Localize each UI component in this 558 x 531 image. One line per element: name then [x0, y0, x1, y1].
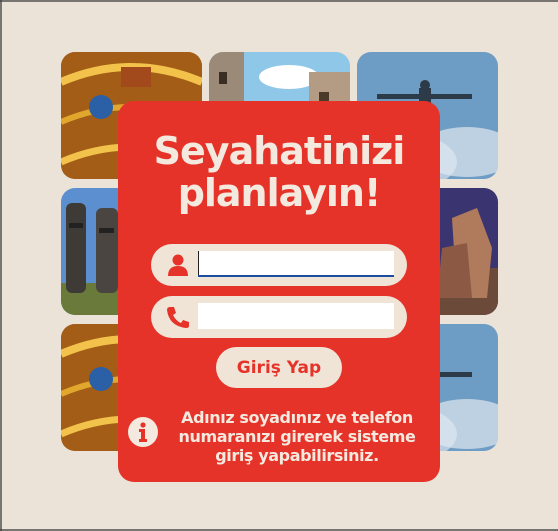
info-icon — [128, 417, 158, 447]
title-line-1: Seyahatinizi — [153, 129, 406, 173]
name-input[interactable] — [198, 251, 394, 277]
login-card: Seyahatinizi planlayın! Giriş Yap Adınız… — [118, 101, 440, 482]
phone-icon — [167, 307, 189, 328]
user-icon — [168, 254, 188, 276]
window-top-border — [0, 0, 558, 2]
phone-input[interactable] — [198, 303, 394, 329]
window-left-border — [0, 0, 2, 531]
name-field — [151, 244, 407, 286]
phone-field — [151, 296, 407, 338]
page-title: Seyahatinizi planlayın! — [118, 130, 440, 214]
info-text: Adınız soyadınız ve telefon numaranızı g… — [178, 408, 416, 465]
login-button[interactable]: Giriş Yap — [216, 347, 342, 388]
title-line-2: planlayın! — [177, 171, 382, 215]
